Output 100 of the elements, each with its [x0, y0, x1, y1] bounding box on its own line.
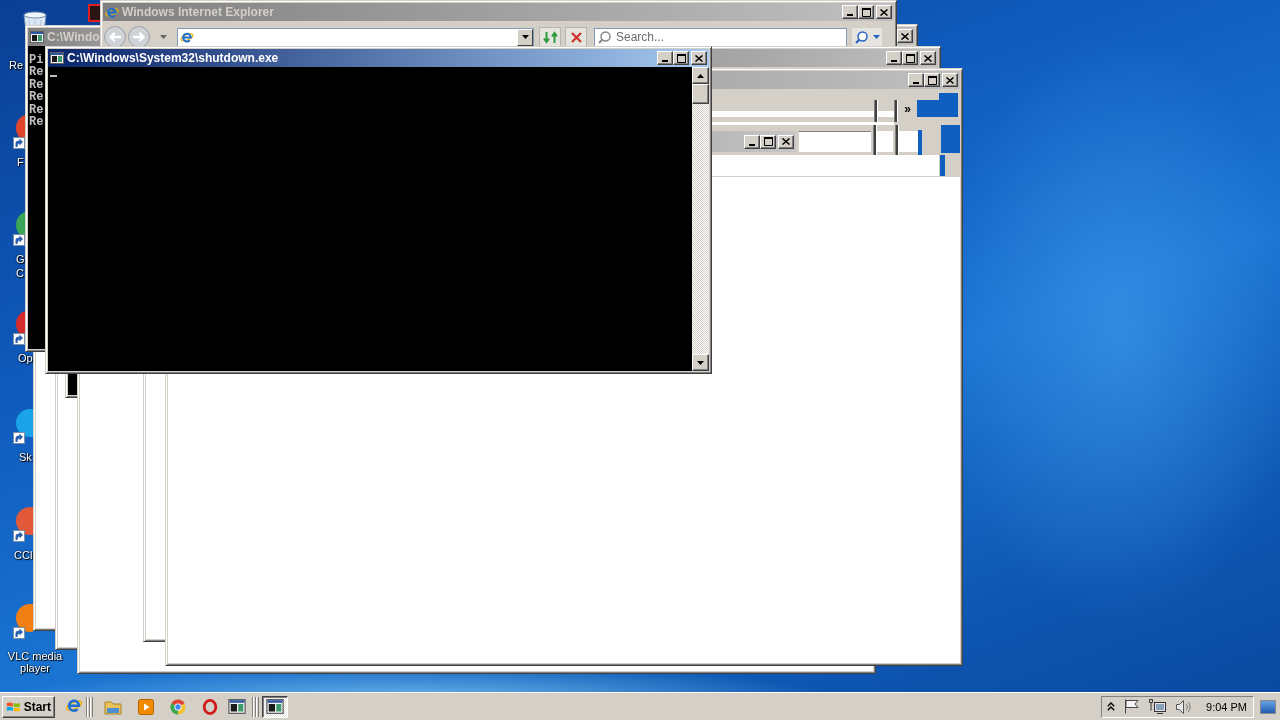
close-button[interactable] [942, 73, 958, 87]
close-icon [901, 32, 909, 40]
maximize-icon [927, 75, 937, 85]
taskbar-button[interactable] [262, 695, 288, 718]
search-icon [598, 30, 611, 44]
minimize-icon [913, 82, 919, 84]
window-title: C:\Windows\System32\shutdown.exe [67, 51, 279, 65]
icon-label: player [20, 662, 50, 674]
start-button[interactable]: Start [2, 695, 55, 718]
maximize-button[interactable] [673, 51, 689, 65]
empty-tile [940, 155, 945, 176]
maximize-icon [676, 53, 686, 63]
icon-label: F [17, 156, 24, 168]
overflow-button[interactable]: » [898, 99, 917, 119]
show-desktop-button[interactable] [1260, 699, 1276, 714]
empty-tile [941, 125, 960, 153]
search-field[interactable]: Search... [594, 27, 847, 47]
minimize-button[interactable] [842, 5, 858, 19]
icon-label: CCl [14, 549, 33, 561]
scroll-down-button[interactable] [692, 354, 709, 371]
close-button[interactable] [778, 134, 794, 149]
maximize-button[interactable] [902, 51, 918, 65]
e-logo-icon [180, 30, 194, 44]
close-icon [924, 54, 932, 62]
console-window-icon [30, 31, 44, 43]
minimize-button[interactable] [908, 73, 924, 87]
minimize-icon [847, 14, 853, 16]
empty-tile [918, 130, 922, 155]
close-icon [946, 76, 954, 84]
console-text: Pi [29, 54, 44, 67]
network-icon[interactable] [1149, 698, 1167, 715]
speaker-icon[interactable] [1175, 698, 1192, 715]
minimize-icon [891, 60, 897, 62]
close-button[interactable] [897, 29, 913, 43]
console-text: Re [29, 78, 44, 92]
search-button[interactable] [852, 27, 870, 47]
e-logo-icon [105, 5, 119, 19]
search-icon [854, 30, 868, 44]
minimize-icon [662, 60, 668, 62]
console-text: Re [29, 116, 44, 129]
toolbar-field[interactable] [799, 131, 871, 152]
maximize-icon [905, 53, 915, 63]
toolbar-field[interactable] [877, 131, 893, 152]
dropdown-button[interactable] [517, 28, 533, 46]
chevron-up-icon[interactable] [1107, 702, 1116, 711]
console-window-icon [266, 699, 284, 714]
cross-icon [570, 31, 582, 43]
icon-label: Sk [19, 451, 32, 463]
play-icon[interactable] [138, 698, 154, 715]
icon-label: Op [18, 352, 33, 364]
empty-tile [917, 100, 939, 117]
up-arrow-icon [697, 73, 704, 78]
clock[interactable]: 9:04 PM [1206, 700, 1247, 713]
stop-button[interactable] [565, 27, 587, 47]
caret-icon [159, 35, 167, 39]
app-shortcut-icon[interactable] [13, 408, 33, 446]
icon-label: VLC media [7, 650, 63, 662]
icon-label: G [16, 253, 25, 265]
down-arrow-icon [697, 360, 704, 365]
maximize-button[interactable] [924, 73, 940, 87]
close-button[interactable] [920, 51, 936, 65]
flag-logo-icon [6, 699, 21, 714]
maximize-icon [763, 137, 773, 146]
app-shortcut-icon[interactable] [13, 506, 33, 544]
close-button[interactable] [691, 51, 707, 65]
caret-icon [872, 35, 880, 39]
close-icon [782, 138, 790, 145]
toolbar-field[interactable] [711, 155, 939, 176]
empty-tile [939, 93, 958, 117]
close-icon [880, 8, 888, 16]
console-text: Re [29, 66, 44, 79]
maximize-button[interactable] [760, 134, 776, 149]
close-button[interactable] [876, 5, 892, 19]
refresh-button[interactable] [539, 27, 561, 47]
minimize-button[interactable] [744, 134, 760, 149]
toolbar-field[interactable] [899, 131, 918, 152]
minimize-button[interactable] [657, 51, 673, 65]
toolbar-field[interactable] [711, 111, 874, 117]
search-options-button[interactable] [870, 27, 882, 47]
flag-icon[interactable] [1124, 699, 1141, 714]
console-window-icon [228, 699, 246, 714]
maximize-button[interactable] [858, 5, 874, 19]
console-text: Re [29, 91, 44, 104]
minimize-button[interactable] [886, 51, 902, 65]
icon-label: C [16, 267, 24, 279]
caret-icon [521, 35, 529, 39]
orb-icon[interactable] [170, 698, 186, 715]
scrollbar-thumb[interactable] [692, 84, 709, 104]
close-icon [695, 54, 703, 62]
scrollbar[interactable] [692, 67, 709, 371]
app-shortcut-icon[interactable] [13, 603, 33, 641]
scroll-up-button[interactable] [692, 67, 709, 84]
toolbar-field[interactable] [878, 111, 894, 117]
grip-handle[interactable] [86, 696, 93, 717]
window-title: C:\Windo [47, 30, 100, 44]
minimize-icon [749, 143, 755, 146]
grip-handle[interactable] [252, 696, 259, 717]
window-title: Windows Internet Explorer [122, 5, 274, 19]
address-field[interactable] [177, 27, 534, 47]
ring-icon[interactable] [202, 698, 218, 715]
